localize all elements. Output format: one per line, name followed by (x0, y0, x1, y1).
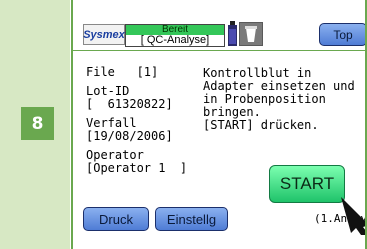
device-screen: Sysmex Bereit [ QC-Analyse] Top File [1]… (71, 0, 367, 249)
file-field: File [1] (86, 65, 159, 79)
status-mode-text: [ QC-Analyse] (126, 35, 224, 46)
top-button[interactable]: Top (319, 23, 365, 46)
print-button[interactable]: Druck (83, 207, 149, 231)
instruction-text: Kontrollblut in Adapter einsetzen und in… (203, 67, 365, 132)
control-info-panel: File [1] Lot-ID [ 61320822] Verfall [19/… (86, 66, 211, 175)
sample-bottle-icon (228, 21, 237, 46)
title-bar: Sysmex Bereit [ QC-Analyse] Top (73, 0, 365, 48)
step-column: 8 (0, 0, 70, 249)
step-number-badge: 8 (21, 107, 54, 140)
operator-value: [Operator 1 ] (86, 161, 188, 175)
expiry-value: [19/08/2006] (86, 129, 173, 143)
sample-cup-icon (239, 22, 263, 46)
settings-button[interactable]: Einstellg (155, 207, 228, 231)
header-divider (73, 50, 365, 51)
status-indicator: Bereit [ QC-Analyse] (125, 24, 225, 47)
sysmex-logo: Sysmex (83, 24, 125, 45)
pointer-arrow-icon (341, 197, 365, 235)
lot-id-value: [ 61320822] (86, 97, 173, 111)
instruction-line: [START] drücken. (203, 118, 319, 132)
start-button[interactable]: START (269, 165, 345, 203)
